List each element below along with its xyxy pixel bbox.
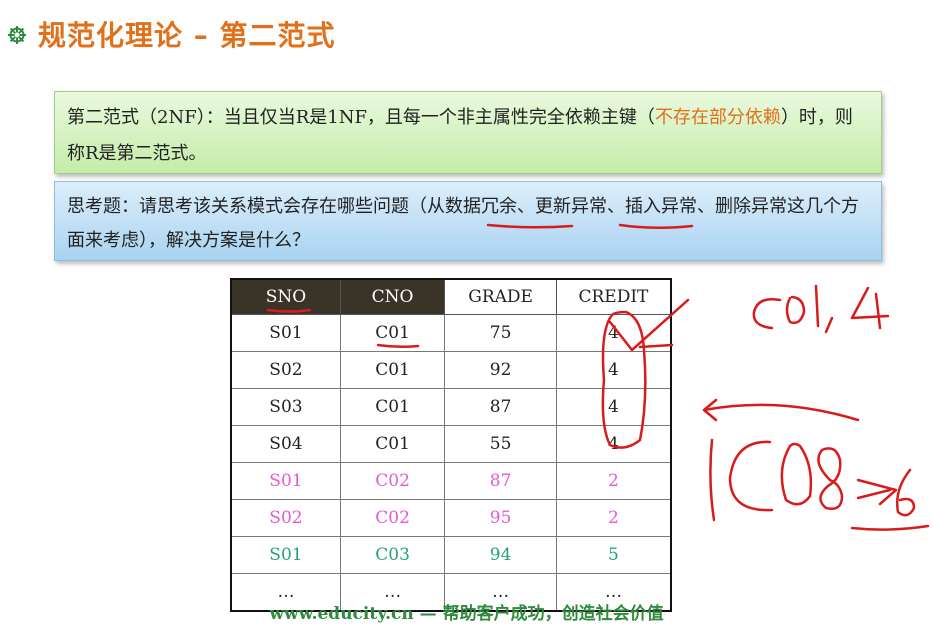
footer-text: www.educity.cn — 帮助客户成功，创造社会价值 [269, 604, 664, 624]
table-row: S01 C03 94 5 [230, 536, 672, 574]
relation-table: SNO CNO GRADE CREDIT S01 C01 75 4 S02 C0… [230, 278, 672, 612]
table-row: S02 C01 92 4 [230, 351, 672, 389]
definition-text: 第二范式（2NF）：当且仅当R是1NF，且每一个非主属性完全依赖主键（ [67, 107, 655, 128]
handwriting-4 [850, 286, 890, 330]
handwriting-0 [785, 295, 806, 325]
header-sno: SNO [230, 278, 341, 315]
definition-box: 第二范式（2NF）：当且仅当R是1NF，且每一个非主属性完全依赖主键（不存在部分… [54, 91, 882, 174]
question-box: 思考题：请思考该关系模式会存在哪些问题（从数据冗余、更新异常、插入异常、删除异常… [54, 181, 882, 261]
cell-grade: 92 [444, 351, 557, 389]
handwriting-big-c [728, 440, 774, 512]
handwriting-comma [824, 316, 834, 334]
cell-grade: 87 [444, 462, 557, 500]
cell-cno: C01 [339, 314, 446, 352]
handwriting-big-0 [780, 442, 813, 506]
flower-bullet-icon [8, 26, 26, 44]
cell-cno: C03 [339, 536, 446, 574]
cell-sno: S01 [230, 462, 341, 500]
cell-grade: 75 [444, 314, 557, 352]
bracket-stroke [709, 438, 716, 522]
cell-credit: 4 [555, 388, 672, 426]
handwriting-6 [896, 468, 916, 517]
cell-credit: 4 [555, 425, 672, 463]
cell-grade: 87 [444, 388, 557, 426]
table-row: S01 C01 75 4 [230, 314, 672, 352]
cell-cno: C01 [339, 388, 446, 426]
cell-credit: 4 [555, 351, 672, 389]
header-grade: GRADE [444, 278, 557, 315]
cell-cno: C02 [339, 462, 446, 500]
table-row: S03 C01 87 4 [230, 388, 672, 426]
arrow-back-stroke [702, 398, 860, 422]
cell-sno: S03 [230, 388, 341, 426]
cell-sno: S02 [230, 499, 341, 537]
cell-grade: 94 [444, 536, 557, 574]
cell-cno: C01 [339, 425, 446, 463]
cell-grade: 95 [444, 499, 557, 537]
cell-cno: C01 [339, 351, 446, 389]
cell-credit: 2 [555, 499, 672, 537]
handwriting-big-8 [817, 447, 844, 510]
cell-cno: C02 [339, 499, 446, 537]
cell-credit: 2 [555, 462, 672, 500]
table-row: S01 C02 87 2 [230, 462, 672, 500]
slide-title: 规范化理论 – 第二范式 [38, 19, 336, 52]
handwriting-1 [814, 284, 820, 328]
arrow-right-stroke [856, 478, 898, 506]
cell-sno: S01 [230, 314, 341, 352]
cell-credit: 5 [555, 536, 672, 574]
header-cno: CNO [339, 278, 446, 315]
table-row: S02 C02 95 2 [230, 499, 672, 537]
header-credit: CREDIT [555, 278, 672, 315]
cell-grade: 55 [444, 425, 557, 463]
question-text: 思考题：请思考该关系模式会存在哪些问题（从数据冗余、更新异常、插入异常、删除异常… [67, 196, 859, 251]
cell-sno: S04 [230, 425, 341, 463]
table-header-row: SNO CNO GRADE CREDIT [230, 278, 672, 315]
cell-sno: S01 [230, 536, 341, 574]
handwriting-c [752, 298, 782, 330]
definition-highlight: 不存在部分依赖 [654, 107, 781, 128]
table-row: S04 C01 55 4 [230, 425, 672, 463]
underline-stroke [850, 524, 930, 531]
cell-sno: S02 [230, 351, 341, 389]
cell-credit: 4 [555, 314, 672, 352]
